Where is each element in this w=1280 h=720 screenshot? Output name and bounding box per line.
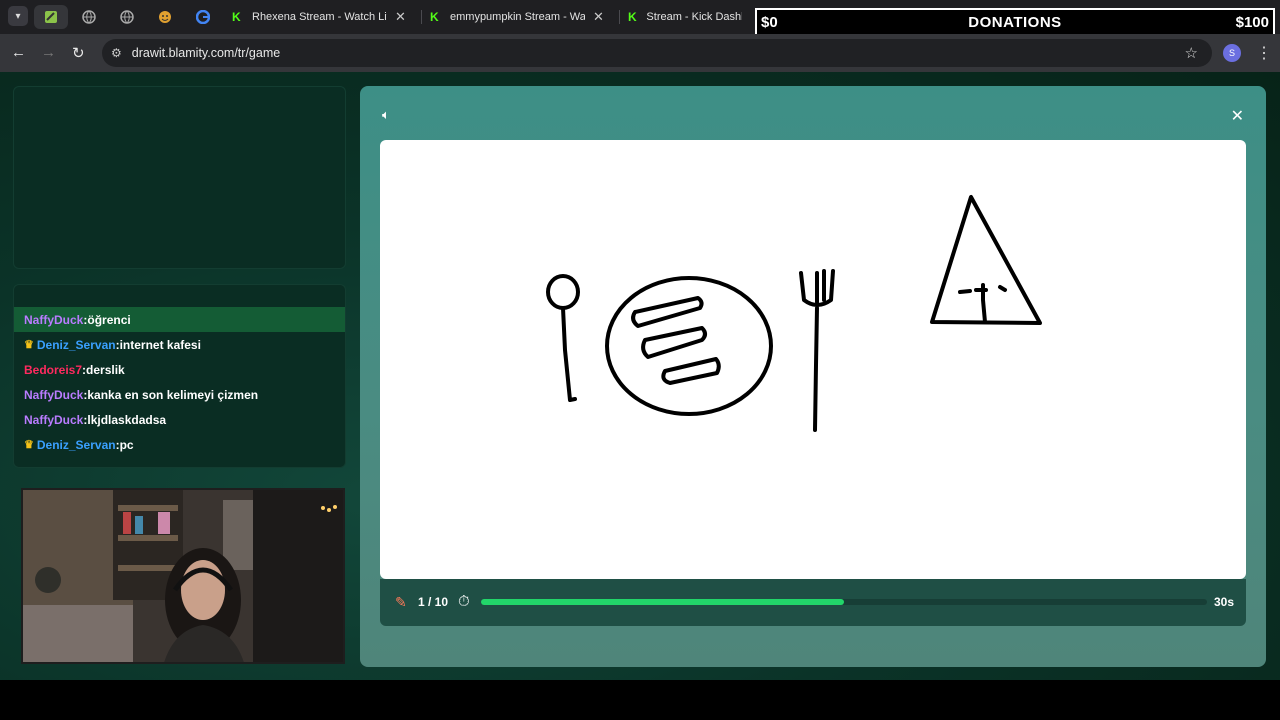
avatar-favicon-icon <box>159 11 171 23</box>
pencil-icon: ✎ <box>395 594 407 610</box>
webcam-feed <box>21 488 345 664</box>
chat-username[interactable]: Deniz_Servan <box>37 338 116 352</box>
bookmark-star-icon[interactable]: ☆ <box>1185 44 1198 62</box>
chat-username[interactable]: NaffyDuck <box>24 388 83 402</box>
chat-message-text: kanka en son kelimeyi çizmen <box>87 387 259 402</box>
tab-title: emmypumpkin Stream - Watch <box>450 11 585 23</box>
round-timer-bar: ✎ 1 / 10 ⏱ 30s <box>380 579 1246 626</box>
close-tab-icon[interactable]: ✕ <box>593 9 604 25</box>
address-bar[interactable]: ⚙ drawit.blamity.com/tr/game ☆ <box>102 39 1212 67</box>
close-tab-icon[interactable]: ✕ <box>395 9 406 25</box>
triangle-face-drawing <box>958 283 1007 324</box>
tab-kick-dashboard[interactable]: K Stream - Kick Dashboard <box>620 4 750 30</box>
chat-panel: NaffyDuck: öğrenci ♛ Deniz_Servan: internet … <box>13 284 346 468</box>
chat-message-text: lkjdlaskdadsa <box>87 412 167 427</box>
pinned-tab-globe-1[interactable] <box>72 5 106 29</box>
chat-message: Bedoreis7: derslik <box>14 357 345 382</box>
timer-progress-track <box>481 599 1207 605</box>
empty-video-panel <box>13 86 346 269</box>
triangle-drawing <box>930 195 1042 325</box>
back-arrow-icon[interactable]: ← <box>11 44 26 61</box>
food-drawing <box>641 326 707 359</box>
spoon-drawing <box>546 274 580 310</box>
pinned-tab-game[interactable] <box>34 5 68 29</box>
drawing-game-panel: 🔈︎ ✕ ✎ 1 / 10 ⏱ 30s <box>360 86 1266 667</box>
time-left: 30s <box>1213 595 1234 609</box>
drawing-canvas[interactable] <box>380 140 1246 579</box>
kick-icon: K <box>232 10 241 24</box>
crown-badge-icon: ♛ <box>24 339 34 351</box>
speaker-icon[interactable]: 🔈︎ <box>382 107 390 123</box>
chat-message: NaffyDuck: kanka en son kelimeyi çizmen <box>14 382 345 407</box>
chat-message: ♛ Deniz_Servan: internet kafesi <box>14 332 345 357</box>
chat-message: NaffyDuck: lkjdlaskdadsa <box>14 407 345 432</box>
globe-icon <box>120 10 134 24</box>
donations-goal-overlay: $0 DONATIONS $100 <box>755 8 1275 36</box>
tab-search-button[interactable]: ▾ <box>8 6 28 26</box>
google-icon <box>196 10 210 24</box>
chat-message-text: öğrenci <box>87 312 131 327</box>
site-settings-icon[interactable]: ⚙ <box>111 46 122 60</box>
tab-emmypumpkin[interactable]: K emmypumpkin Stream - Watch ✕ <box>422 4 618 30</box>
chat-message-text: pc <box>119 437 134 452</box>
chat-message: ♛ Deniz_Servan: pc <box>14 432 345 457</box>
forward-arrow-icon[interactable]: → <box>41 44 56 61</box>
tab-title: Rhexena Stream - Watch Live o <box>252 11 387 23</box>
webcam-image <box>23 490 343 662</box>
tab-title: Stream - Kick Dashboard <box>646 11 742 23</box>
fork-drawing <box>799 269 835 432</box>
chat-username[interactable]: Bedoreis7 <box>24 363 82 377</box>
close-icon[interactable]: ✕ <box>1231 106 1244 126</box>
globe-icon <box>82 10 96 24</box>
drawit-favicon-icon <box>45 11 57 23</box>
food-drawing <box>661 357 721 385</box>
letterbox-bottom <box>0 680 1280 720</box>
kick-icon: K <box>628 10 637 24</box>
profile-avatar[interactable]: S <box>1223 44 1241 62</box>
drawing-strokes <box>546 195 1042 432</box>
crown-badge-icon: ♛ <box>24 439 34 451</box>
menu-kebab-icon[interactable]: ⋮ <box>1256 43 1272 63</box>
chat-username[interactable]: NaffyDuck <box>24 313 83 327</box>
pinned-tab-google[interactable] <box>186 5 220 29</box>
timer-progress-fill <box>481 599 844 605</box>
url-text[interactable]: drawit.blamity.com/tr/game <box>132 46 280 60</box>
browser-toolbar: ← → ↻ ⚙ drawit.blamity.com/tr/game ☆ S ⋮ <box>0 34 1280 72</box>
chat-username[interactable]: NaffyDuck <box>24 413 83 427</box>
tab-rhexena[interactable]: K Rhexena Stream - Watch Live o ✕ <box>224 4 420 30</box>
pinned-tab-globe-2[interactable] <box>110 5 144 29</box>
chat-message: NaffyDuck: öğrenci <box>14 307 345 332</box>
chat-username[interactable]: Deniz_Servan <box>37 438 116 452</box>
chat-message-text: derslik <box>86 362 125 377</box>
chat-message-text: internet kafesi <box>119 337 201 352</box>
kick-icon: K <box>430 10 439 24</box>
spoon-handle-drawing <box>561 306 577 402</box>
pinned-tab-avatar[interactable] <box>148 5 182 29</box>
game-page: NaffyDuck: öğrenci ♛ Deniz_Servan: internet … <box>0 72 1280 680</box>
donations-label: DONATIONS <box>968 14 1062 31</box>
reload-icon[interactable]: ↻ <box>72 44 85 62</box>
stopwatch-icon: ⏱ <box>458 593 470 610</box>
food-drawing <box>631 296 704 328</box>
donations-goal: $100 <box>1235 14 1269 31</box>
round-counter: 1 / 10 <box>418 595 449 609</box>
